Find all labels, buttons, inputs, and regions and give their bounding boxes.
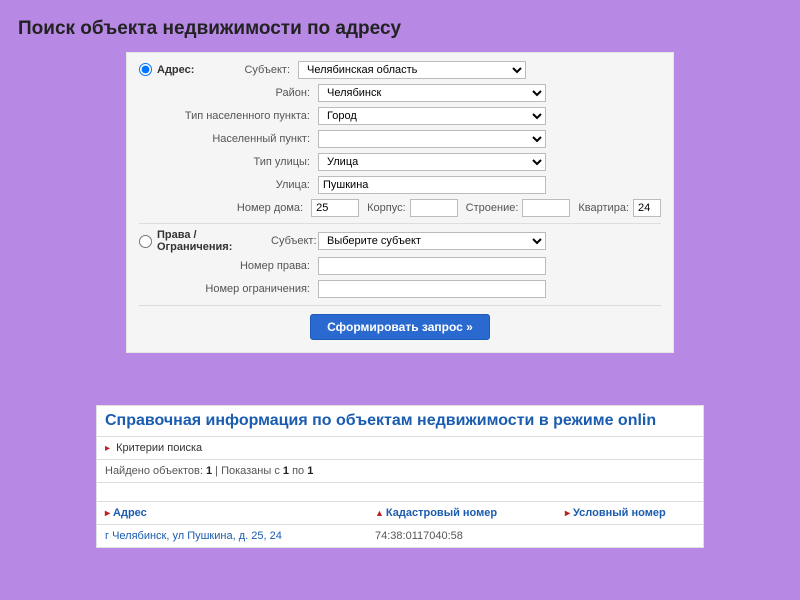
district-select[interactable]: Челябинск: [318, 84, 546, 102]
address-radio-label: Адрес:: [153, 64, 243, 76]
flat-input[interactable]: [633, 199, 661, 217]
rights-radio[interactable]: [139, 235, 152, 248]
criteria-row[interactable]: ▸ Критерии поиска: [97, 437, 703, 460]
street-input[interactable]: [318, 176, 546, 194]
arrow-icon: ▸: [105, 508, 110, 519]
house-input[interactable]: [311, 199, 359, 217]
building-input[interactable]: [522, 199, 570, 217]
house-label: Номер дома:: [152, 202, 311, 214]
subject-label: Субъект:: [243, 64, 298, 76]
col-conditional[interactable]: ▸ Условный номер: [565, 507, 695, 519]
building-label: Строение:: [458, 202, 523, 214]
submit-button[interactable]: Сформировать запрос »: [310, 314, 490, 340]
found-row: Найдено объектов: 1 | Показаны с 1 по 1: [97, 460, 703, 483]
street-type-select[interactable]: Улица: [318, 153, 546, 171]
subject-select[interactable]: Челябинская область: [298, 61, 526, 79]
settlement-type-select[interactable]: Город: [318, 107, 546, 125]
cell-address[interactable]: г Челябинск, ул Пушкина, д. 25, 24: [105, 530, 375, 542]
korpus-label: Корпус:: [359, 202, 410, 214]
criteria-label: Критерии поиска: [116, 442, 202, 454]
restriction-number-label: Номер ограничения:: [153, 283, 318, 295]
restriction-number-input[interactable]: [318, 280, 546, 298]
right-number-label: Номер права:: [153, 260, 318, 272]
address-radio[interactable]: [139, 63, 152, 76]
street-type-label: Тип улицы:: [153, 156, 318, 168]
col-address[interactable]: ▸ Адрес: [105, 507, 375, 519]
flat-label: Квартира:: [570, 202, 633, 214]
page-title: Поиск объекта недвижимости по адресу: [0, 0, 800, 52]
rights-subject-select[interactable]: Выберите субъект: [318, 232, 546, 250]
results-table-header: ▸ Адрес ▲ Кадастровый номер ▸ Условный н…: [97, 501, 703, 525]
results-title: Справочная информация по объектам недвиж…: [97, 406, 703, 437]
right-number-input[interactable]: [318, 257, 546, 275]
cell-cadastral: 74:38:0117040:58: [375, 530, 565, 542]
results-panel: Справочная информация по объектам недвиж…: [96, 405, 704, 548]
cell-conditional: [565, 530, 695, 542]
district-label: Район:: [153, 87, 318, 99]
sort-asc-icon: ▲: [375, 508, 384, 518]
korpus-input[interactable]: [410, 199, 458, 217]
settlement-type-label: Тип населенного пункта:: [153, 110, 318, 122]
settlement-select[interactable]: [318, 130, 546, 148]
street-label: Улица:: [153, 179, 318, 191]
rights-radio-label: Права / Ограничения:: [153, 229, 271, 253]
arrow-icon: ▸: [565, 508, 570, 519]
settlement-label: Населенный пункт:: [153, 133, 318, 145]
col-cadastral[interactable]: ▲ Кадастровый номер: [375, 507, 565, 519]
rights-subject-label: Субъект:: [271, 235, 318, 247]
table-row[interactable]: г Челябинск, ул Пушкина, д. 25, 24 74:38…: [97, 525, 703, 547]
arrow-icon: ▸: [105, 443, 110, 454]
search-form-panel: Адрес: Субъект: Челябинская область Райо…: [126, 52, 674, 353]
